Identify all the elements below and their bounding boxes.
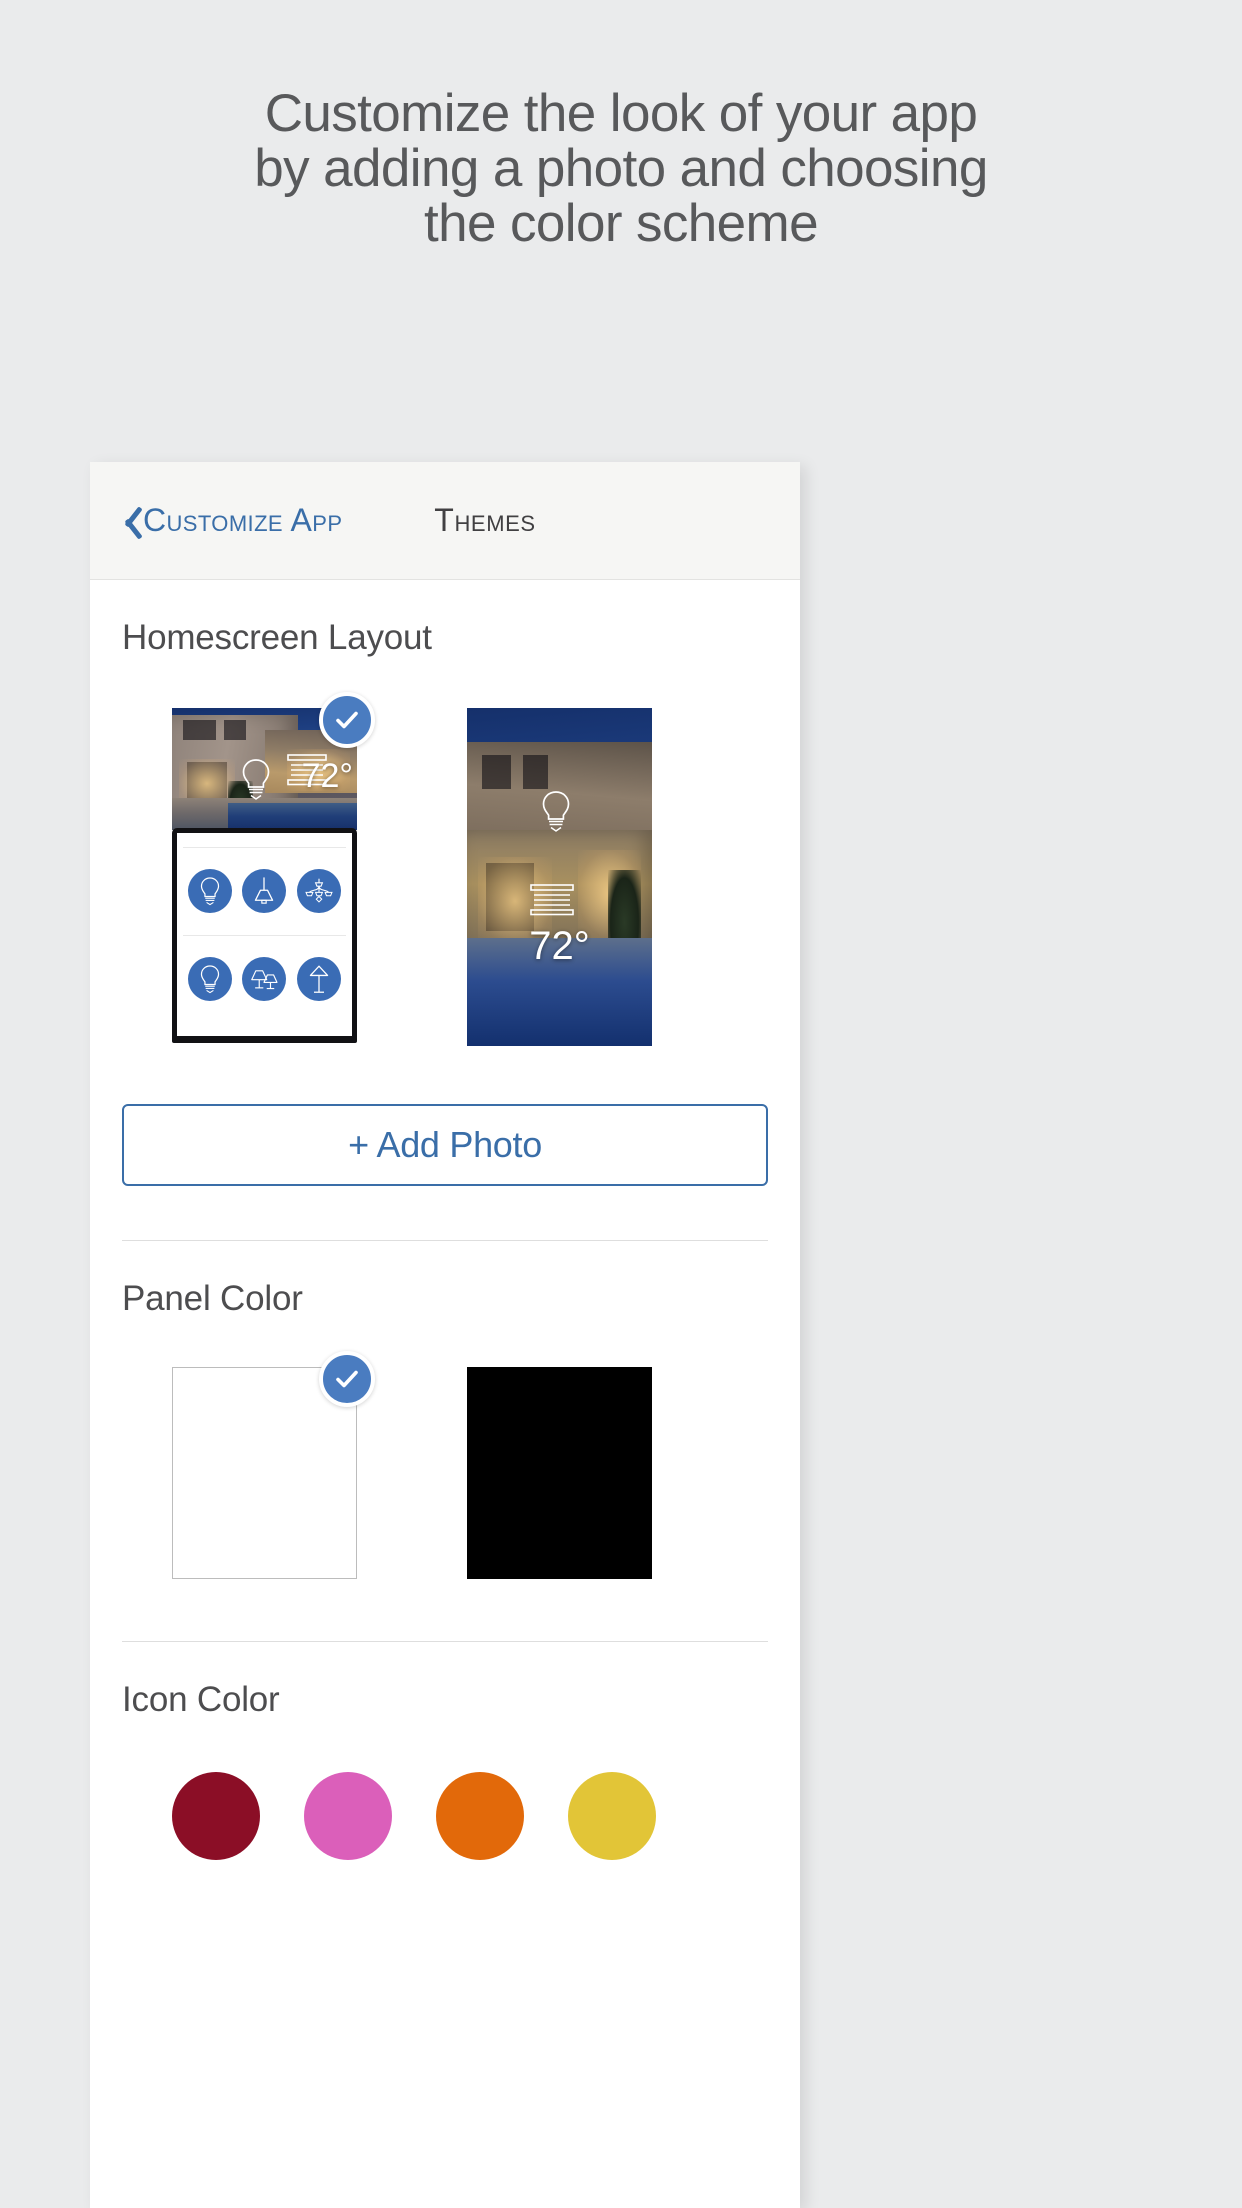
phone-icon-table-lamps[interactable]	[242, 956, 287, 1001]
app-screen-card: Customize App Themes Homescreen Layout 7…	[90, 462, 800, 2208]
phone-screen	[177, 833, 352, 1036]
panel-swatch-white-selected-badge	[319, 1351, 375, 1407]
panel-color-swatches	[90, 1319, 800, 1579]
navigation-bar: Customize App Themes	[90, 462, 800, 580]
icon-color-swatches	[90, 1720, 800, 1860]
check-icon	[336, 1370, 358, 1388]
phone-icon-pendant-lamp[interactable]	[242, 869, 287, 914]
homescreen-layout-options: 72° 72°	[90, 658, 800, 1046]
panel-swatch-black-wrap	[467, 1367, 652, 1579]
phone-icon-lightbulb-2[interactable]	[188, 956, 233, 1001]
phone-icon-row-2	[177, 936, 352, 1023]
icon-color-yellow[interactable]	[568, 1772, 656, 1860]
layout-option-full-photo[interactable]: 72°	[467, 708, 652, 1046]
panel-swatch-white-wrap	[172, 1351, 375, 1579]
homescreen-layout-section: Homescreen Layout	[90, 580, 800, 658]
phone-icon-floor-lamp[interactable]	[296, 956, 341, 1001]
icon-color-orange[interactable]	[436, 1772, 524, 1860]
phone-mockup	[172, 828, 357, 1043]
layout-option-full-photo-temperature: 72°	[529, 924, 590, 969]
icon-color-title: Icon Color	[122, 1680, 280, 1719]
layout-option-full-photo-photo: 72°	[467, 708, 652, 1046]
homescreen-layout-title: Homescreen Layout	[122, 618, 432, 657]
promo-line-2: by adding a photo and choosing	[254, 139, 988, 199]
phone-icon-chandelier[interactable]	[296, 869, 341, 914]
promo-headline: Customize the look of your app by adding…	[0, 0, 1242, 251]
layout-option-split[interactable]: 72°	[172, 692, 375, 1046]
chevron-left-icon	[112, 501, 138, 541]
back-button-label: Customize App	[143, 502, 343, 538]
back-button[interactable]: Customize App	[112, 501, 342, 541]
panel-color-title: Panel Color	[122, 1279, 303, 1318]
icon-color-crimson[interactable]	[172, 1772, 260, 1860]
phone-icon-lightbulb[interactable]	[188, 869, 233, 914]
lightbulb-icon	[239, 757, 273, 801]
phone-icon-row-1	[177, 848, 352, 935]
promo-line-1: Customize the look of your app	[264, 84, 978, 143]
lightbulb-icon	[539, 789, 573, 833]
promo-line-3: the color scheme	[424, 194, 819, 254]
layout-option-split-temperature: 72°	[301, 756, 353, 795]
blinds-icon	[530, 883, 574, 922]
check-icon	[336, 711, 358, 729]
panel-color-section: Panel Color	[90, 1241, 800, 1319]
add-photo-button[interactable]: + Add Photo	[122, 1104, 768, 1186]
icon-color-section: Icon Color	[90, 1642, 800, 1720]
icon-color-pink[interactable]	[304, 1772, 392, 1860]
layout-option-split-selected-badge	[319, 692, 375, 748]
panel-swatch-black[interactable]	[467, 1367, 652, 1579]
